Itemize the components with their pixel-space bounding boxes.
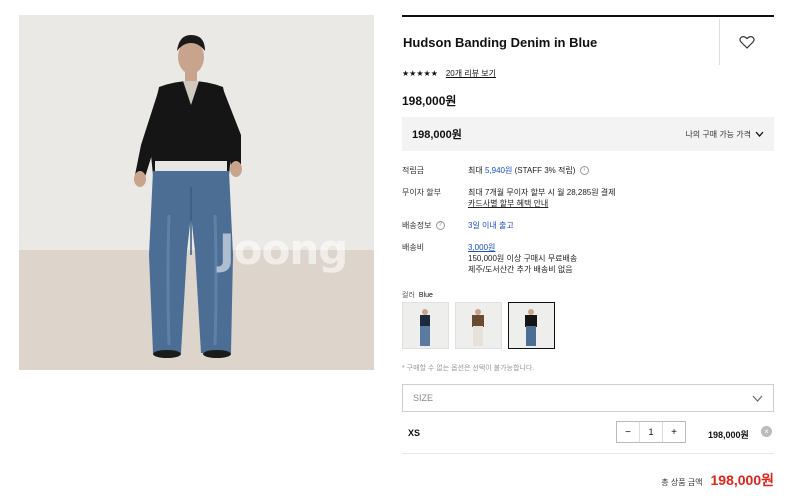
shipping-label: 배송비 [402,243,425,252]
selected-option-row: XS − 1 + 198,000원 × [402,420,774,446]
lowest-price-toggle[interactable]: 나의 구매 가능 가격 [685,129,764,140]
quantity-value[interactable]: 1 [639,422,663,442]
swatch-brown[interactable] [455,302,502,349]
points-row: 적립금 최대 5,940원 (STAFF 3% 적립) i [402,165,589,176]
remove-option-button[interactable]: × [761,426,772,437]
decrease-button[interactable]: − [617,422,639,442]
installment-value: 최대 7개월 무이자 할부 시 월 28,285원 결제 카드사별 할부 혜택 … [468,187,616,209]
total-divider [402,453,774,454]
chevron-down-icon [755,131,764,137]
info-icon[interactable]: i [579,166,589,176]
shipping-row: 배송비 3,000원 150,000원 이상 구매시 무료배송 제주/도서산간 … [402,242,577,275]
shipping-note-island: 제주/도서산간 추가 배송비 없음 [468,265,573,274]
installment-label: 무이자 할부 [402,188,442,197]
size-select-placeholder: SIZE [413,393,434,403]
points-suffix: (STAFF 3% 적립) [514,166,576,175]
rating-stars: ★★★★★ [402,69,438,78]
total-amount: 198,000원 [710,472,775,488]
points-prefix: 최대 [468,166,483,175]
product-title: Hudson Banding Denim in Blue [403,35,598,50]
swatch-thumb-1 [420,309,430,346]
shipping-note-free: 150,000원 이상 구매시 무료배송 [468,254,578,263]
watermark: Joong [219,225,348,274]
delivery-label: 배송정보 [402,221,432,230]
delivery-label-wrap: 배송정보 ? [402,220,468,231]
selected-size: XS [408,428,421,438]
review-link[interactable]: 20개 리뷰 보기 [446,68,496,79]
product-image: Joong [19,15,374,370]
color-label-text: 컬러 [402,292,415,299]
increase-button[interactable]: + [663,422,685,442]
color-label: 컬러 Blue [402,290,433,300]
points-label: 적립금 [402,166,425,175]
total-price: 총 상품 금액 198,000원 [661,470,774,490]
product-info-panel: Hudson Banding Denim in Blue [402,15,774,67]
installment-text: 최대 7개월 무이자 할부 시 월 28,285원 결제 [468,188,616,197]
total-label: 총 상품 금액 [661,478,703,487]
heart-icon [739,36,755,49]
shipping-fee[interactable]: 3,000원 [468,242,577,253]
swatch-blue-selected[interactable] [508,302,555,349]
price-bar[interactable]: 198,000원 나의 구매 가능 가격 [402,117,774,151]
color-selected: Blue [418,292,433,299]
rating-row: ★★★★★ 20개 리뷰 보기 [402,68,496,79]
color-swatches [402,302,555,349]
delivery-row: 배송정보 ? 3일 이내 출고 [402,220,514,231]
model-figure [134,35,242,358]
title-row: Hudson Banding Denim in Blue [402,17,774,67]
shipping-value: 3,000원 150,000원 이상 구매시 무료배송 제주/도서산간 추가 배… [468,242,577,275]
product-price: 198,000원 [402,94,457,108]
installment-row: 무이자 할부 최대 7개월 무이자 할부 시 월 28,285원 결제 카드사별… [402,187,616,209]
wishlist-button[interactable] [719,19,774,65]
option-note: * 구매할 수 없는 옵션은 선택이 불가능합니다. [402,365,535,372]
chevron-down-icon [752,395,763,402]
price-bar-value: 198,000원 [412,129,462,141]
question-icon[interactable]: ? [435,221,445,231]
points-value: 최대 5,940원 (STAFF 3% 적립) i [468,165,589,176]
size-select[interactable]: SIZE [402,384,774,412]
swatch-thumb-3 [525,309,537,346]
line-price: 198,000원 [708,430,749,440]
points-amount: 5,940원 [484,166,513,175]
quantity-stepper: − 1 + [616,421,686,443]
installment-link[interactable]: 카드사별 할부 혜택 안내 [468,198,616,209]
swatch-blue-light[interactable] [402,302,449,349]
delivery-value: 3일 이내 출고 [468,221,514,230]
lowest-price-label: 나의 구매 가능 가격 [685,129,751,139]
swatch-thumb-2 [472,309,484,346]
